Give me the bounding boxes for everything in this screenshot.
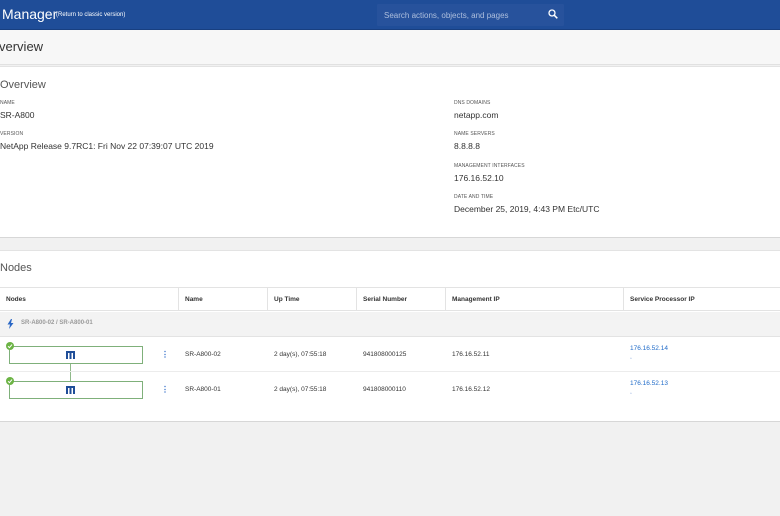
date-time-label: DATE AND TIME (454, 194, 494, 200)
date-time-value: December 25, 2019, 4:43 PM Etc/UTC (454, 204, 600, 214)
column-header-service-processor-ip[interactable]: Service Processor IP (630, 296, 695, 303)
management-interfaces-label: MANAGEMENT INTERFACES (454, 163, 525, 169)
node-name: SR-A800-01 (185, 386, 221, 393)
page-title: verview (0, 39, 44, 54)
column-separator (623, 287, 624, 311)
column-header-nodes[interactable]: Nodes (6, 296, 26, 303)
storage-node-icon (66, 386, 75, 394)
lightning-icon (7, 319, 14, 329)
column-separator (267, 287, 268, 311)
node-uptime: 2 day(s), 07:55:18 (274, 351, 327, 358)
storage-node-icon (66, 351, 75, 359)
ha-connector-line (70, 364, 71, 381)
row-divider (0, 371, 780, 372)
search-icon[interactable] (548, 9, 558, 19)
search-input[interactable] (377, 4, 537, 26)
return-to-classic-link[interactable]: (Return to classic version) (56, 12, 125, 18)
column-header-management-ip[interactable]: Management IP (452, 296, 500, 303)
node-graphic-sr-a800-01[interactable] (9, 381, 143, 399)
version-value: NetApp Release 9.7RC1: Fri Nov 22 07:39:… (0, 141, 214, 151)
check-circle-icon (6, 342, 14, 350)
version-label: VERSION (0, 131, 24, 137)
overview-title: Overview (0, 79, 46, 91)
external-link-icon[interactable]: ▫ (630, 391, 632, 397)
column-separator (356, 287, 357, 311)
node-graphic-sr-a800-02[interactable] (9, 346, 143, 364)
app-title: Manager (2, 6, 58, 22)
column-header-serial-number[interactable]: Serial Number (363, 296, 407, 303)
node-name: SR-A800-02 (185, 351, 221, 358)
dns-domains-label: DNS DOMAINS (454, 100, 491, 106)
node-management-ip: 176.16.52.12 (452, 386, 490, 393)
service-processor-ip-link[interactable]: 176.16.52.13 (630, 380, 668, 387)
cluster-name-value: SR-A800 (0, 110, 35, 120)
name-servers-label: NAME SERVERS (454, 131, 495, 137)
service-processor-ip-link[interactable]: 176.16.52.14 (630, 345, 668, 352)
node-uptime: 2 day(s), 07:55:18 (274, 386, 327, 393)
external-link-icon[interactable]: ▫ (630, 356, 632, 362)
page-header (0, 30, 780, 65)
management-interfaces-value: 176.16.52.10 (454, 173, 504, 183)
column-header-up-time[interactable]: Up Time (274, 296, 300, 303)
check-circle-icon (6, 377, 14, 385)
ha-pair-label: SR-A800-02 / SR-A800-01 (21, 320, 93, 326)
nodes-title: Nodes (0, 262, 32, 274)
row-actions-menu-icon[interactable]: ⋮ (161, 350, 169, 359)
ha-pair-group-row[interactable] (0, 312, 780, 337)
dns-domains-value: netapp.com (454, 110, 499, 120)
row-actions-menu-icon[interactable]: ⋮ (161, 385, 169, 394)
node-serial: 941808000125 (363, 351, 407, 358)
column-separator (178, 287, 179, 311)
name-label: NAME (0, 100, 15, 106)
node-management-ip: 176.16.52.11 (452, 351, 490, 358)
search-box (377, 4, 564, 26)
name-servers-value: 8.8.8.8 (454, 141, 480, 151)
node-serial: 941808000110 (363, 386, 406, 393)
column-header-name[interactable]: Name (185, 296, 203, 303)
column-separator (445, 287, 446, 311)
overview-panel (0, 66, 780, 238)
